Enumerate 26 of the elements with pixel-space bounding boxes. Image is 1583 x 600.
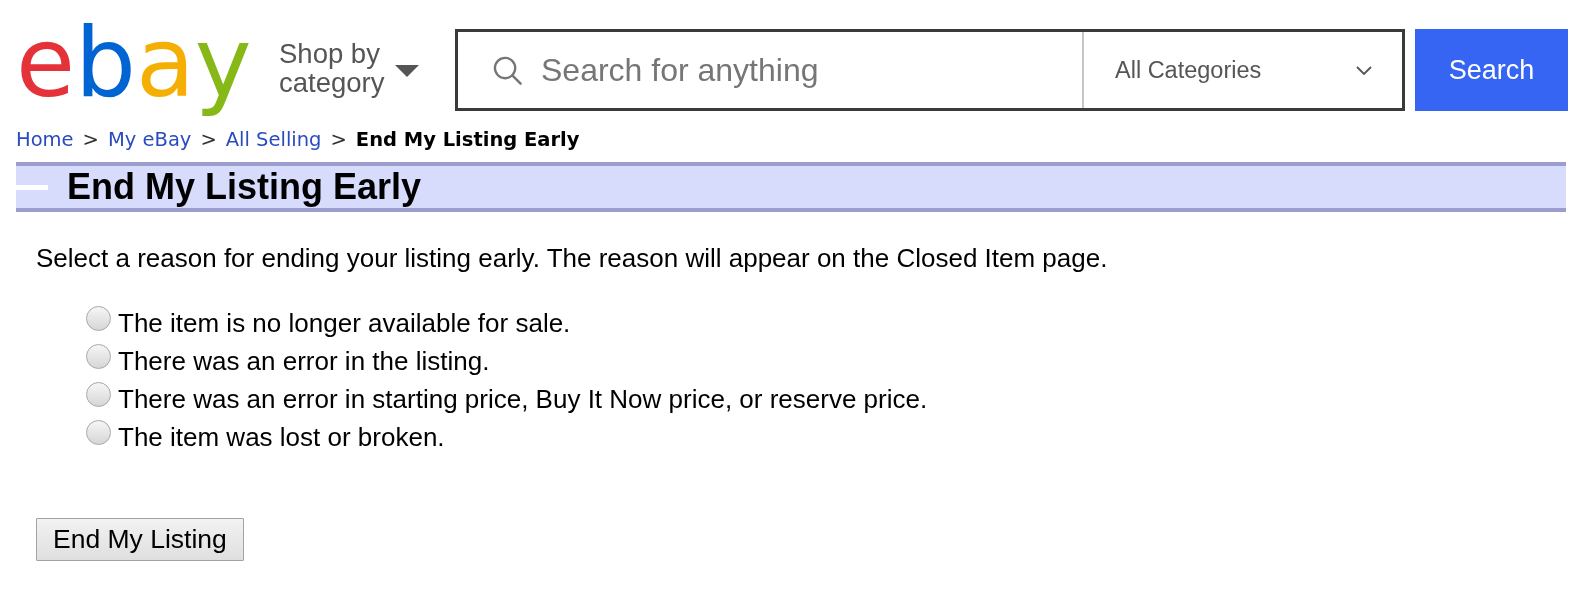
logo[interactable]: ebay	[16, 7, 256, 119]
chevron-down-icon	[1356, 65, 1372, 75]
breadcrumb-link[interactable]: All Selling	[225, 128, 322, 152]
search-button[interactable]: Search	[1415, 29, 1568, 111]
breadcrumb-current: End My Listing Early	[355, 128, 580, 152]
breadcrumb-separator: >	[330, 128, 347, 152]
instructions-text: Select a reason for ending your listing early. The reason will appear on the Closed Item page.	[36, 243, 1108, 273]
search-field[interactable]: Search for anything All Categories	[455, 29, 1405, 111]
shop-by-category-button[interactable]: Shop by category	[279, 39, 419, 97]
breadcrumb-separator: >	[82, 128, 99, 152]
category-dropdown[interactable]: All Categories	[1082, 32, 1402, 108]
search-icon	[493, 55, 522, 85]
page-title: End My Listing Early	[67, 167, 422, 207]
breadcrumb-separator: >	[200, 128, 217, 152]
caret-icon	[395, 65, 419, 77]
radio-button[interactable]	[86, 344, 111, 369]
breadcrumb-link[interactable]: Home	[16, 128, 74, 152]
radio-label[interactable]: There was an error in the listing.	[118, 342, 490, 380]
radio-label[interactable]: There was an error in starting price, Buy It Now price, or reserve price.	[118, 380, 928, 418]
breadcrumb-link[interactable]: My eBay	[107, 128, 192, 152]
radio-button[interactable]	[86, 382, 111, 407]
radio-button[interactable]	[86, 420, 111, 445]
radio-label[interactable]: The item is no longer available for sale.	[118, 304, 571, 342]
radio-button[interactable]	[86, 306, 111, 331]
end-listing-button[interactable]: End My Listing	[36, 518, 244, 561]
radio-label[interactable]: The item was lost or broken.	[118, 418, 445, 456]
